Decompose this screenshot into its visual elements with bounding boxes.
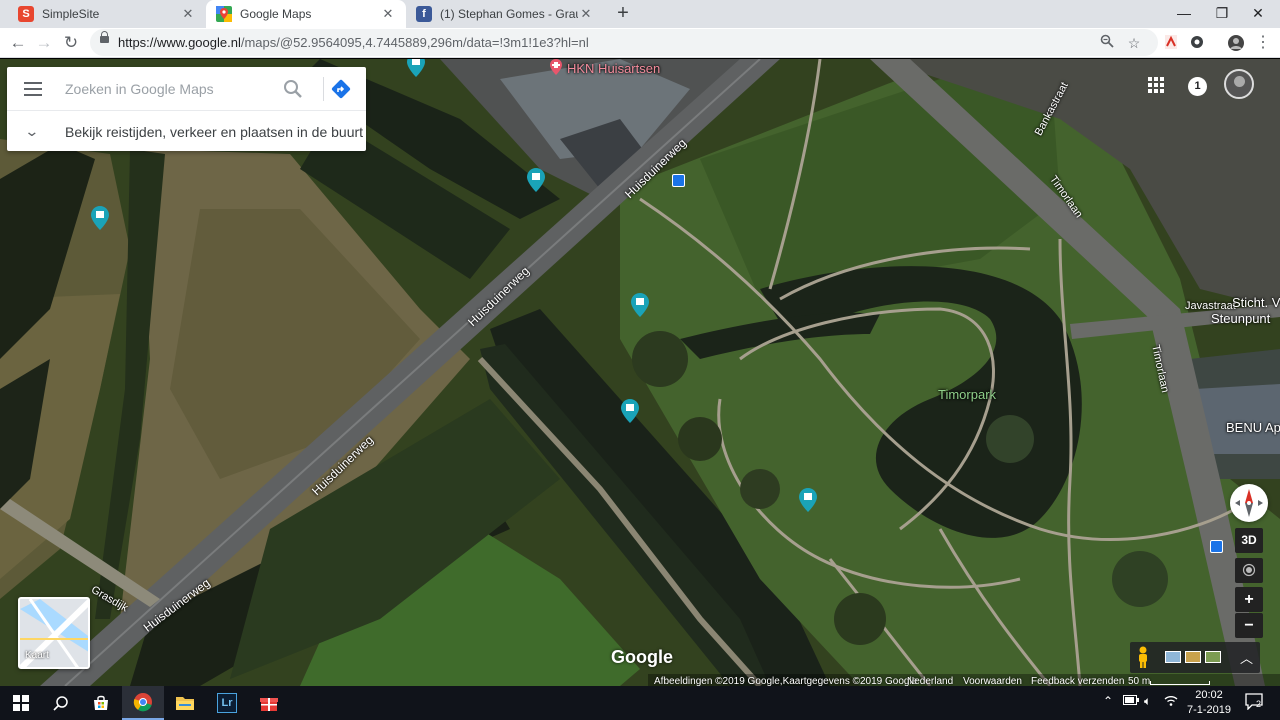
attribution-imagery: Afbeeldingen ©2019 Google,Kaartgegevens … xyxy=(654,676,918,686)
place-label-sticht[interactable]: Sticht. V xyxy=(1232,295,1280,310)
lightroom-icon[interactable]: Lr xyxy=(206,686,248,720)
zoom-in-button[interactable]: + xyxy=(1235,587,1263,612)
gift-icon[interactable] xyxy=(248,686,290,720)
action-center-icon[interactable]: 2 xyxy=(1244,692,1266,712)
google-maps-icon xyxy=(216,6,232,22)
notification-badge[interactable]: 1 xyxy=(1188,77,1207,96)
pdf-extension-icon[interactable] xyxy=(1162,34,1180,52)
menu-kebab-icon[interactable]: ⋮ xyxy=(1254,34,1272,52)
scale-bar xyxy=(1150,681,1210,685)
close-tab-icon[interactable]: ✕ xyxy=(180,6,196,22)
back-arrow-icon[interactable]: ← xyxy=(6,31,30,55)
google-logo: Google xyxy=(611,647,673,667)
photo-pin-icon[interactable] xyxy=(527,168,545,192)
attribution-country[interactable]: Nederland xyxy=(907,676,953,686)
photo-pin-icon[interactable] xyxy=(621,399,639,423)
clock-time: 20:02 xyxy=(1195,689,1223,701)
windows-taskbar: Lr ⌃ 🔈︎ 20:02 7-1-2019 2 xyxy=(0,686,1280,720)
profile-avatar-icon[interactable] xyxy=(1227,34,1245,52)
feedback-link[interactable]: Feedback verzenden xyxy=(1031,676,1124,686)
bus-stop-icon[interactable] xyxy=(1210,540,1223,553)
close-tab-icon[interactable]: ✕ xyxy=(578,6,594,22)
close-tab-icon[interactable]: ✕ xyxy=(380,6,396,22)
account-avatar[interactable] xyxy=(1224,69,1254,99)
url-text[interactable]: https://www.google.nl/maps/@52.9564095,4… xyxy=(118,35,589,50)
place-label-hkn-huisartsen[interactable]: HKN Huisartsen xyxy=(567,61,660,76)
hkn-place-icon[interactable] xyxy=(549,59,563,75)
pegman-icon[interactable] xyxy=(1136,646,1150,668)
tab-title: SimpleSite xyxy=(42,7,100,21)
bookmark-star-icon[interactable]: ☆ xyxy=(1125,34,1143,52)
divider xyxy=(323,77,324,101)
photo-pin-icon[interactable] xyxy=(91,206,109,230)
search-panel: ⌄ Bekijk reistijden, verkeer en plaatsen… xyxy=(7,67,366,151)
zoom-icon[interactable] xyxy=(1098,34,1116,52)
lock-icon xyxy=(100,31,109,43)
tab-simplesite[interactable]: S SimpleSite ✕ xyxy=(8,0,206,28)
zoom-out-button[interactable]: − xyxy=(1235,613,1263,638)
windows-start-icon[interactable] xyxy=(0,686,42,720)
tab-facebook[interactable]: f (1) Stephan Gomes - Grauw wee ✕ xyxy=(406,0,604,28)
tilt-3d-button[interactable]: 3D xyxy=(1235,528,1263,553)
tab-strip: S SimpleSite ✕ Google Maps ✕ f (1) Steph… xyxy=(0,0,1280,28)
photo-pin-icon[interactable] xyxy=(407,59,425,77)
address-bar[interactable]: https://www.google.nl/maps/@52.9564095,4… xyxy=(90,29,1158,56)
cast-extension-icon[interactable] xyxy=(1188,34,1206,52)
map-type-toggle[interactable]: Kaart xyxy=(18,597,90,669)
compass-icon[interactable] xyxy=(1230,484,1268,522)
chrome-icon[interactable] xyxy=(122,686,164,720)
place-label-benu[interactable]: BENU Ap xyxy=(1226,420,1280,435)
layer-thumb-icon[interactable] xyxy=(1165,651,1181,663)
tab-google-maps[interactable]: Google Maps ✕ xyxy=(206,0,406,28)
expand-chevron-icon[interactable]: ︿ xyxy=(1240,648,1253,667)
reload-icon[interactable]: ↻ xyxy=(59,31,83,55)
map-type-label: Kaart xyxy=(25,650,49,661)
forward-arrow-icon[interactable]: → xyxy=(32,31,56,55)
battery-icon[interactable] xyxy=(1123,694,1139,708)
clock-date: 7-1-2019 xyxy=(1186,704,1232,716)
action-center-count: 2 xyxy=(1256,699,1262,709)
explore-nearby-row[interactable]: ⌄ Bekijk reistijden, verkeer en plaatsen… xyxy=(7,112,366,151)
chevron-down-icon[interactable]: ⌄ xyxy=(24,123,39,140)
new-tab-button[interactable]: + xyxy=(612,3,634,25)
close-window-button[interactable]: ✕ xyxy=(1236,0,1280,28)
tab-title: Google Maps xyxy=(240,7,312,21)
store-icon[interactable] xyxy=(80,686,122,720)
facebook-icon: f xyxy=(416,6,432,22)
terms-link[interactable]: Voorwaarden xyxy=(963,676,1022,686)
hamburger-menu-icon[interactable] xyxy=(24,82,42,96)
explore-nearby-label: Bekijk reistijden, verkeer en plaatsen i… xyxy=(65,124,364,140)
search-row xyxy=(7,67,366,111)
photo-pin-icon[interactable] xyxy=(631,293,649,317)
volume-icon[interactable]: 🔈︎ xyxy=(1144,694,1151,709)
wifi-icon[interactable] xyxy=(1164,694,1178,709)
browser-toolbar: ← → ↻ https://www.google.nl/maps/@52.956… xyxy=(0,28,1280,58)
place-label-timorpark[interactable]: Timorpark xyxy=(938,387,996,402)
layer-thumb-icon[interactable] xyxy=(1185,651,1201,663)
google-apps-icon[interactable] xyxy=(1148,77,1164,93)
bus-stop-icon[interactable] xyxy=(672,174,685,187)
search-input[interactable] xyxy=(65,77,270,101)
scale-label[interactable]: 50 m xyxy=(1128,676,1150,686)
my-location-icon[interactable] xyxy=(1235,558,1263,583)
file-explorer-icon[interactable] xyxy=(164,686,206,720)
directions-icon[interactable] xyxy=(331,79,351,99)
place-label-steunpunt[interactable]: Steunpunt xyxy=(1211,311,1270,326)
tab-title: (1) Stephan Gomes - Grauw wee xyxy=(440,7,578,21)
search-icon[interactable] xyxy=(40,686,82,720)
photo-pin-icon[interactable] xyxy=(799,488,817,512)
search-icon[interactable] xyxy=(283,79,303,99)
layer-thumb-icon[interactable] xyxy=(1205,651,1221,663)
show-hidden-icons-icon[interactable]: ⌃ xyxy=(1103,694,1113,708)
satellite-map[interactable]: Huisduinerweg Huisduinerweg Huisduinerwe… xyxy=(0,59,1280,686)
simplesite-icon: S xyxy=(18,6,34,22)
system-clock[interactable]: 20:02 7-1-2019 xyxy=(1183,688,1235,718)
